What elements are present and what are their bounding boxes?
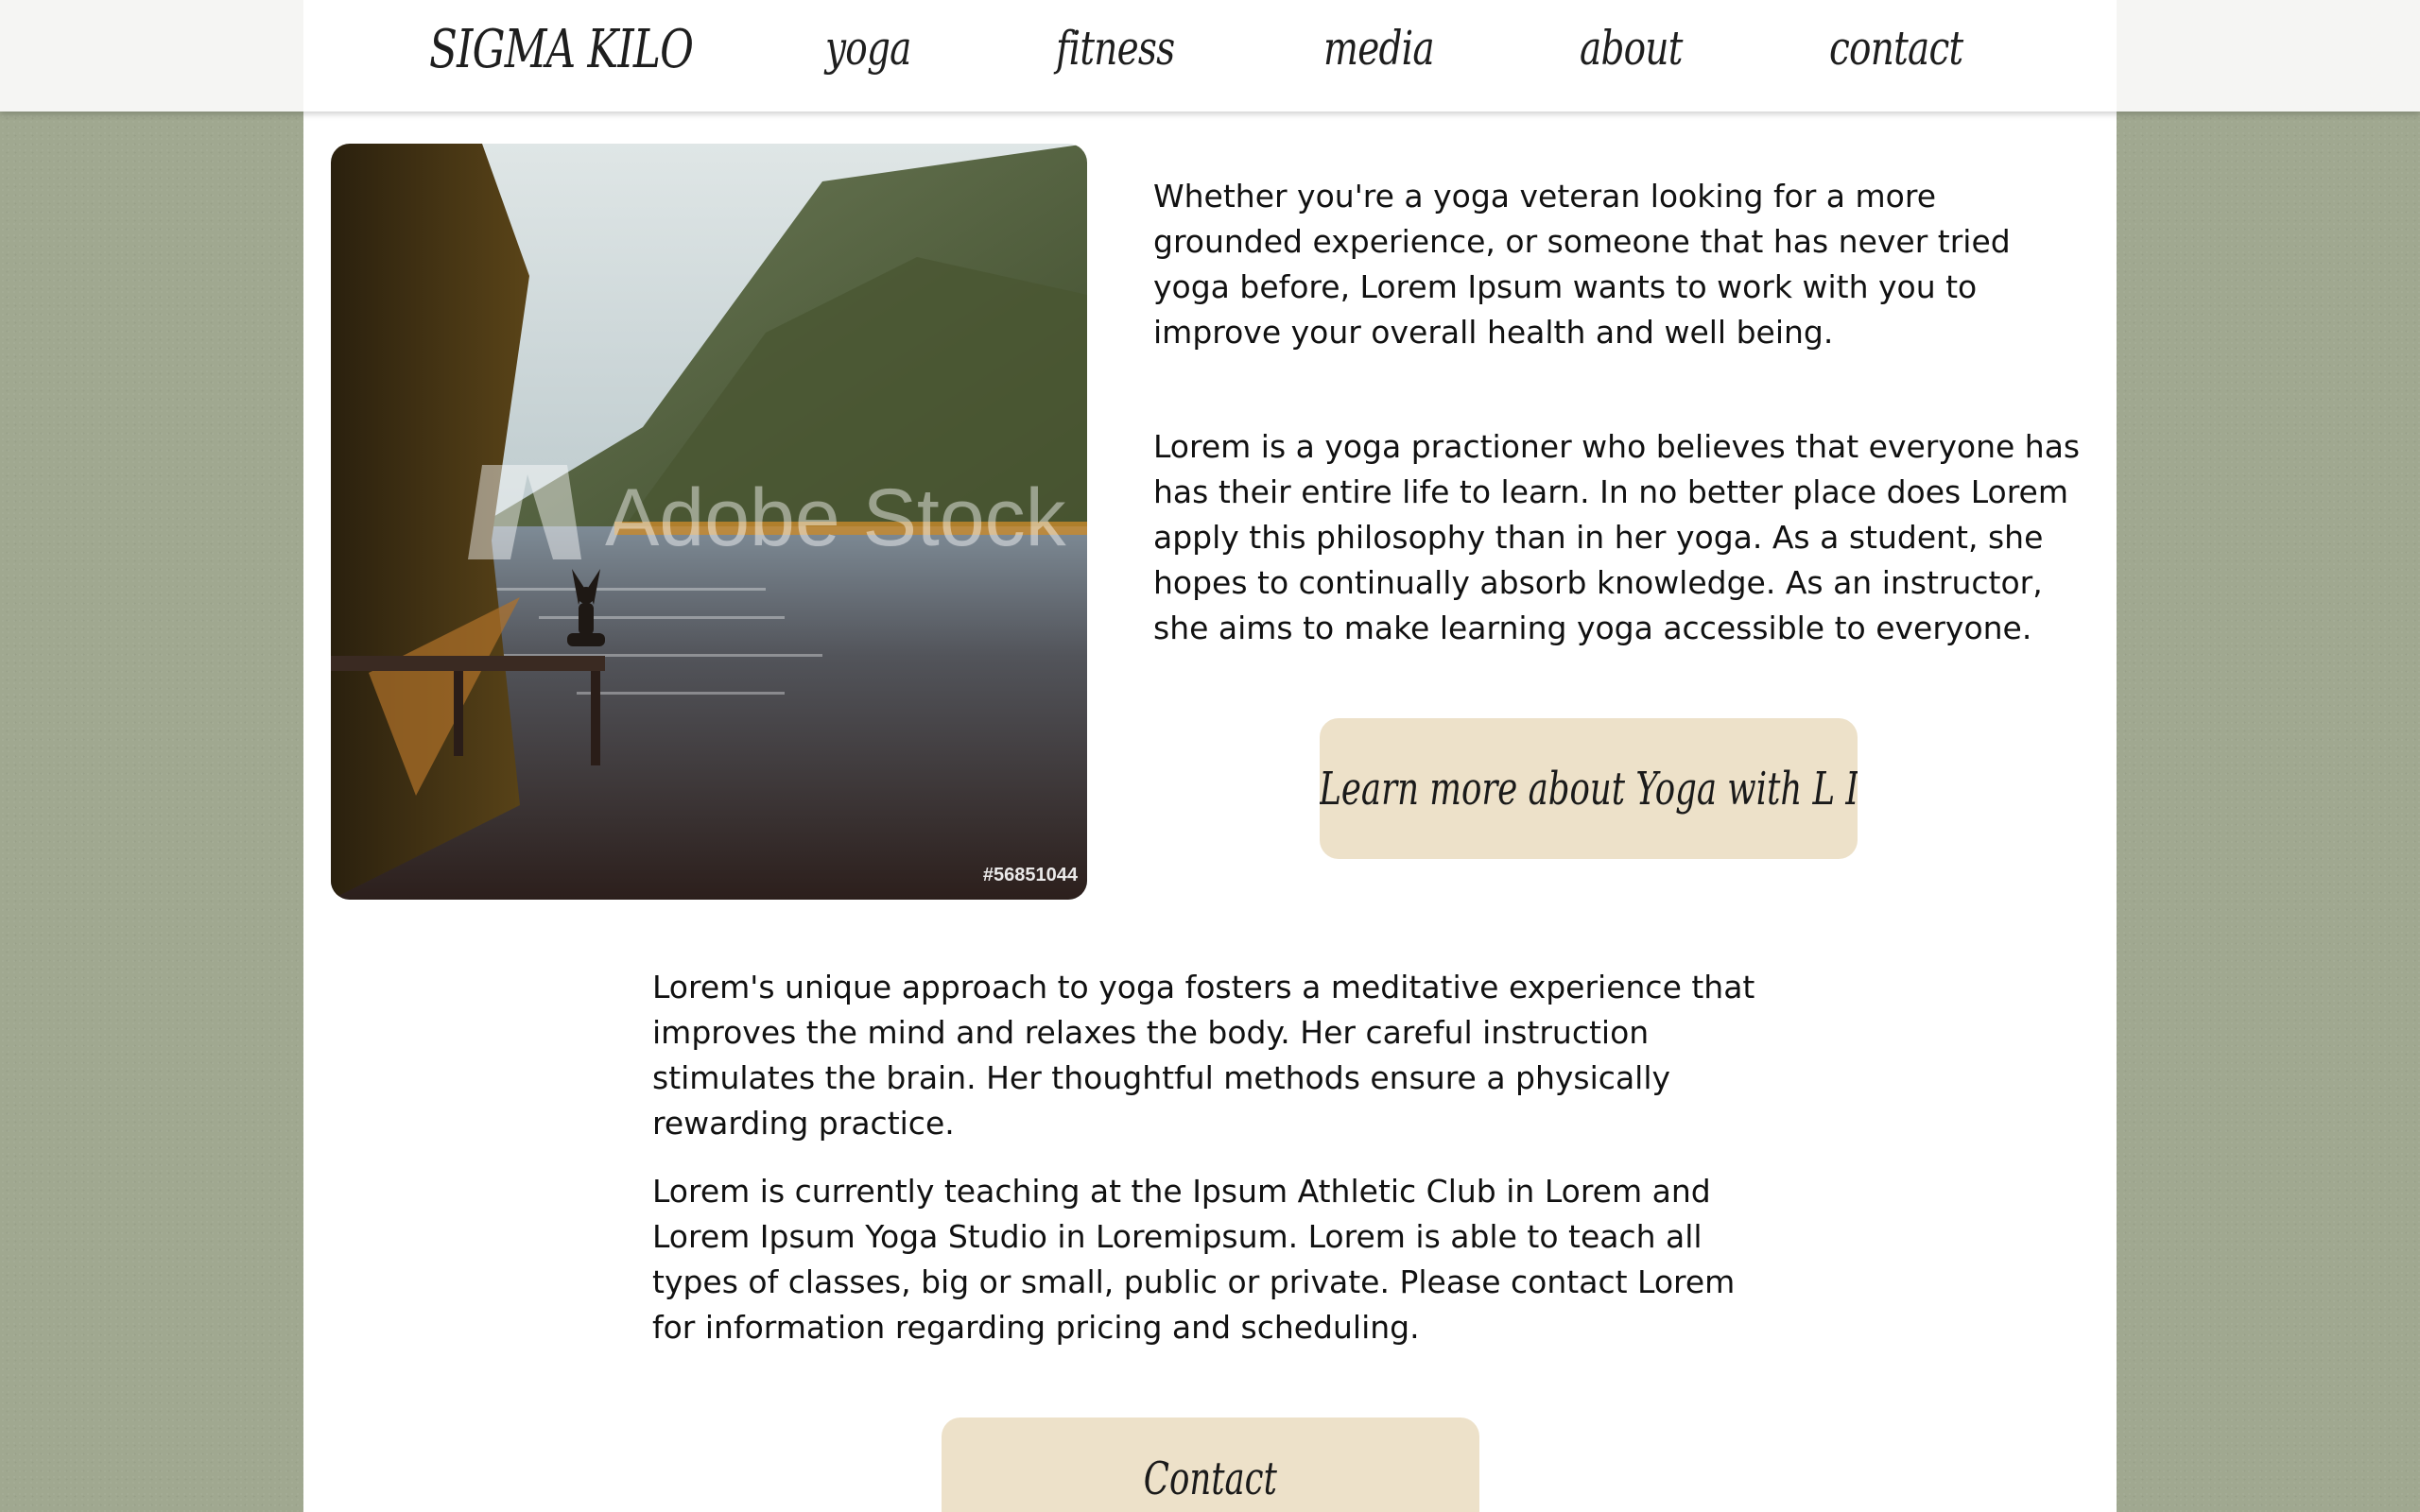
stock-id-label: #56851044 bbox=[983, 865, 1079, 885]
top-navigation: SIGMA KILO yoga fitness media about cont… bbox=[303, 0, 2117, 112]
nav-link-yoga[interactable]: yoga bbox=[825, 21, 911, 76]
brand-logo-link[interactable]: SIGMA KILO bbox=[429, 19, 694, 80]
learn-more-label: Learn more about Yoga with L I bbox=[1320, 762, 1858, 816]
nav-link-about[interactable]: about bbox=[1580, 21, 1683, 76]
contact-button[interactable]: Contact bbox=[942, 1418, 1479, 1512]
teaching-paragraph: Lorem is currently teaching at the Ipsum… bbox=[652, 1173, 1736, 1346]
nav-link-fitness[interactable]: fitness bbox=[1056, 21, 1175, 76]
learn-more-button[interactable]: Learn more about Yoga with L I bbox=[1320, 718, 1858, 859]
intro-paragraph: Whether you're a yoga veteran looking fo… bbox=[1153, 178, 2011, 351]
nav-link-contact[interactable]: contact bbox=[1829, 21, 1963, 76]
approach-paragraph: Lorem's unique approach to yoga fosters … bbox=[652, 969, 1755, 1142]
philosophy-paragraph: Lorem is a yoga practioner who believes … bbox=[1153, 428, 2081, 646]
nav-link-media[interactable]: media bbox=[1323, 21, 1435, 76]
contact-button-label: Contact bbox=[1143, 1452, 1278, 1505]
yoga-lake-photo: Adobe Stock #56851044 bbox=[331, 144, 1087, 900]
stock-watermark: Adobe Stock bbox=[605, 472, 1067, 563]
